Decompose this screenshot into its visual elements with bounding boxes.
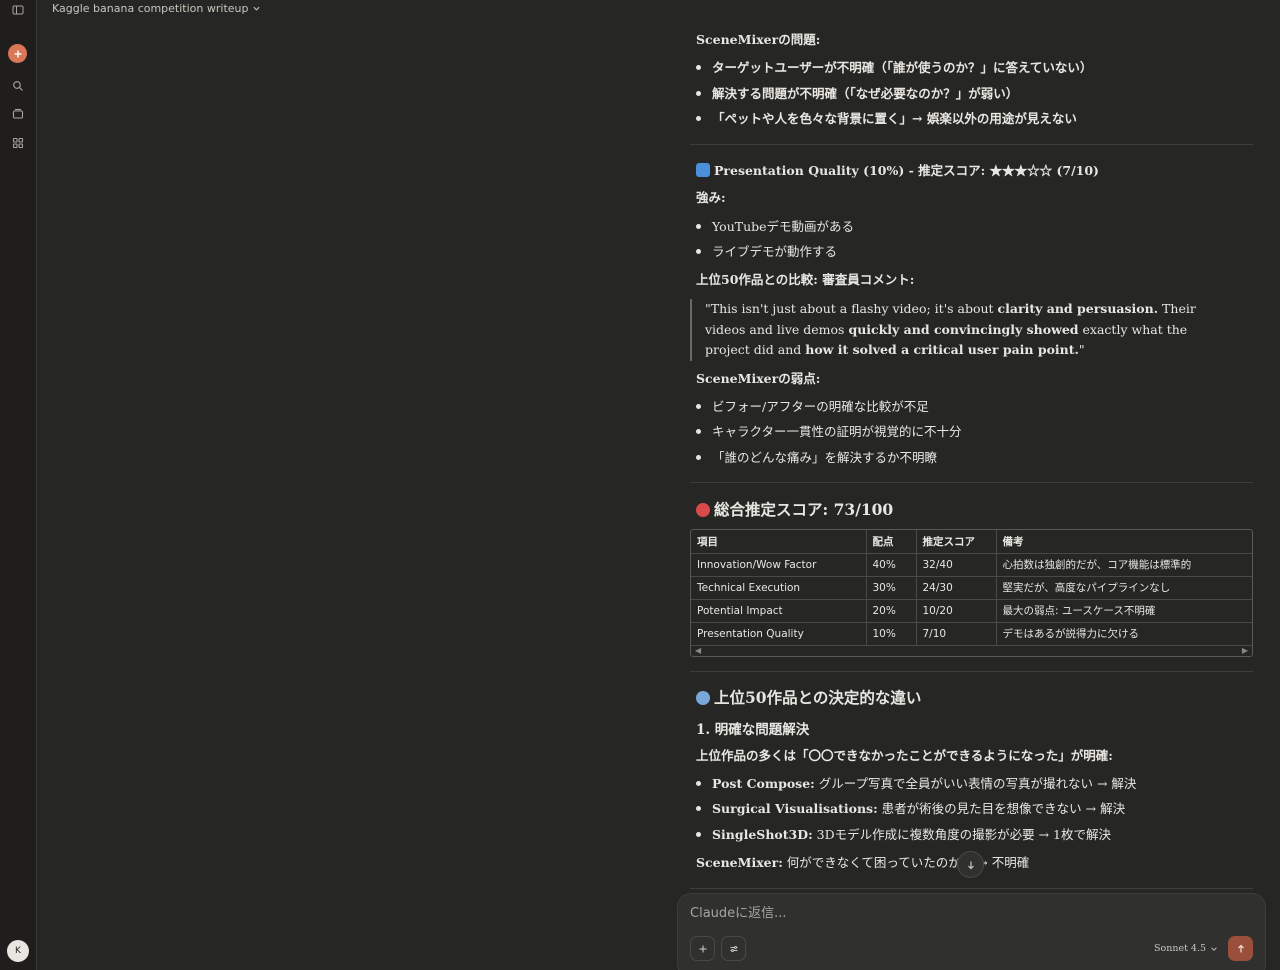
strengths-label: 強み: — [696, 190, 726, 205]
list-item: SingleShot3D: 3Dモデル作成に複数角度の撮影が必要 → 1枚で解決 — [696, 826, 1111, 843]
list-item: 解決する問題が不明確（「なぜ必要なのか？」が弱い） — [696, 85, 1018, 102]
list-item: Surgical Visualisations: 患者が術後の見た目を想像できな… — [696, 800, 1125, 817]
list-item: ビフォー/アフターの明確な比較が不足 — [696, 398, 929, 415]
sliders-icon — [730, 945, 737, 952]
chevron-down-icon — [253, 6, 261, 11]
scroll-left-icon[interactable]: ◀ — [695, 646, 701, 655]
list-item: キャラクター一貫性の証明が視覚的に不十分 — [696, 423, 962, 440]
column-header: 項目 — [691, 530, 867, 554]
target-icon — [696, 503, 710, 517]
tools-button[interactable] — [721, 936, 746, 961]
search-icon[interactable] — [8, 76, 28, 96]
reply-input[interactable] — [690, 906, 1210, 921]
conversation-title-text: Kaggle banana competition writeup — [52, 2, 249, 15]
projects-icon[interactable] — [8, 133, 28, 153]
chats-icon[interactable] — [8, 104, 28, 124]
scroll-to-bottom-button[interactable] — [957, 851, 984, 878]
divider — [690, 482, 1253, 483]
list-item: 「誰のどんな痛み」を解決するか不明瞭 — [696, 449, 937, 466]
presentation-heading: Presentation Quality (10%) - 推定スコア: ★★★☆… — [696, 162, 1099, 179]
column-header: 推定スコア — [916, 530, 997, 554]
magnifier-icon — [696, 691, 710, 705]
judge-quote: "This isn't just about a flashy video; i… — [690, 299, 1210, 361]
chevron-down-icon — [1211, 946, 1217, 951]
plus-icon — [699, 945, 706, 952]
model-selector[interactable]: Sonnet 4.5 — [1154, 943, 1218, 954]
table-scrollbar[interactable]: ◀ ▶ — [691, 644, 1252, 656]
message-composer: Sonnet 4.5 — [677, 893, 1266, 970]
sidebar-toggle-icon[interactable] — [8, 0, 28, 20]
diff-subheading: 1. 明確な問題解決 — [696, 722, 810, 738]
send-button[interactable] — [1228, 936, 1253, 961]
arrow-up-icon — [1237, 944, 1244, 952]
score-table: 項目 配点 推定スコア 備考 Innovation/Wow Factor 40% 3… — [690, 529, 1253, 657]
conversation-title[interactable]: Kaggle banana competition writeup — [52, 2, 261, 15]
total-heading: 総合推定スコア: 73/100 — [696, 501, 893, 518]
lightning-icon — [696, 163, 710, 177]
table-row: Presentation Quality 10% 7/10 デモはあるが説得力に欠ける — [691, 622, 1252, 646]
weakness-label: SceneMixerの弱点: — [696, 371, 821, 386]
scroll-right-icon[interactable]: ▶ — [1242, 646, 1248, 655]
compare-label: 上位50作品との比較: 審査員コメント: — [696, 272, 915, 287]
new-chat-button[interactable] — [8, 44, 27, 63]
divider — [690, 888, 1253, 889]
column-header: 備考 — [996, 530, 1252, 554]
list-item: YouTubeデモ動画がある — [696, 218, 854, 235]
column-header: 配点 — [866, 530, 917, 554]
diff-heading: 上位50作品との決定的な違い — [696, 689, 921, 706]
avatar[interactable]: K — [7, 940, 29, 962]
arrow-down-icon — [967, 861, 974, 869]
table-header-row: 項目 配点 推定スコア 備考 — [691, 530, 1252, 554]
diff-intro: 上位作品の多くは「〇〇できなかったことができるようになった」が明確: — [696, 748, 1113, 763]
divider — [690, 144, 1253, 145]
list-item: ターゲットユーザーが不明確（「誰が使うのか？」に答えていない） — [696, 59, 1092, 76]
table-row: Potential Impact 20% 10/20 最大の弱点: ユースケース不明確 — [691, 599, 1252, 623]
list-item: ライブデモが動作する — [696, 243, 837, 260]
add-attachment-button[interactable] — [690, 936, 715, 961]
table-row: Technical Execution 30% 24/30 堅実だが、高度なパイプライ… — [691, 576, 1252, 600]
table-row: Innovation/Wow Factor 40% 32/40 心拍数は独創的だが、コ… — [691, 553, 1252, 577]
list-item: 「ペットや人を色々な背景に置く」→ 娯楽以外の用途が見えない — [696, 110, 1077, 127]
divider — [690, 671, 1253, 672]
problems-heading: SceneMixerの問題: — [696, 32, 821, 47]
sidebar-rail: K — [0, 0, 37, 970]
list-item: Post Compose: グループ写真で全員がいい表情の写真が撮れない → 解… — [696, 775, 1136, 792]
